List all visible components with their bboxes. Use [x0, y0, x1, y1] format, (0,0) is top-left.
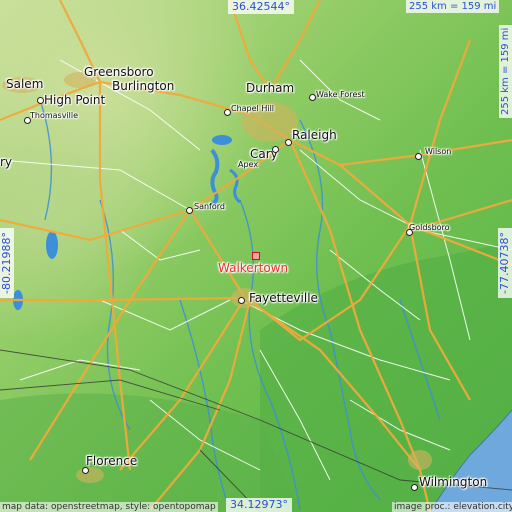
- attribution-right: image proc.: elevation.city: [392, 502, 512, 512]
- city-label: High Point: [44, 93, 106, 107]
- city-dot: [309, 94, 316, 101]
- coord-right: -77.40738°: [498, 228, 512, 298]
- city-label: Chapel Hill: [231, 104, 275, 113]
- city-label: ry: [0, 155, 13, 169]
- coord-top: 36.42544°: [228, 0, 294, 14]
- city-dot: [37, 97, 44, 104]
- city-dot: [415, 153, 422, 160]
- city-dot: [186, 207, 193, 214]
- city-dot: [82, 467, 89, 474]
- city-label: Wake Forest: [316, 90, 365, 99]
- city-label: Durham: [246, 81, 295, 95]
- city-dot: [24, 117, 31, 124]
- city-dot: [406, 229, 413, 236]
- city-label: Salem: [6, 77, 44, 91]
- city-dot: [272, 146, 279, 153]
- target-location-label: Walkertown: [218, 261, 289, 275]
- scale-horizontal: 255 km = 159 mi: [406, 0, 500, 13]
- attribution-left: map data: openstreetmap, style: opentopo…: [0, 502, 218, 512]
- city-label: Burlington: [112, 79, 175, 93]
- elevation-map: Salem Greensboro High Point Burlington T…: [0, 0, 512, 512]
- city-label: Sanford: [194, 202, 225, 211]
- city-dot: [411, 484, 418, 491]
- city-dot: [238, 297, 245, 304]
- city-dot: [285, 139, 292, 146]
- coord-bottom: 34.12973°: [226, 498, 292, 512]
- scale-vertical: 255 km = 159 mi: [499, 24, 512, 118]
- city-label: Wilson: [425, 147, 452, 156]
- target-location-marker: [252, 252, 260, 260]
- city-label: Greensboro: [84, 65, 154, 79]
- city-label: Goldsboro: [409, 223, 450, 232]
- city-label: Apex: [238, 160, 259, 169]
- city-label: Raleigh: [292, 128, 337, 142]
- city-dot: [224, 109, 231, 116]
- city-label: Florence: [86, 454, 138, 468]
- city-label: Wilmington: [419, 475, 488, 489]
- city-label: Fayetteville: [249, 291, 318, 305]
- coord-left: -80.21988°: [0, 228, 14, 298]
- city-label: Thomasville: [30, 111, 79, 120]
